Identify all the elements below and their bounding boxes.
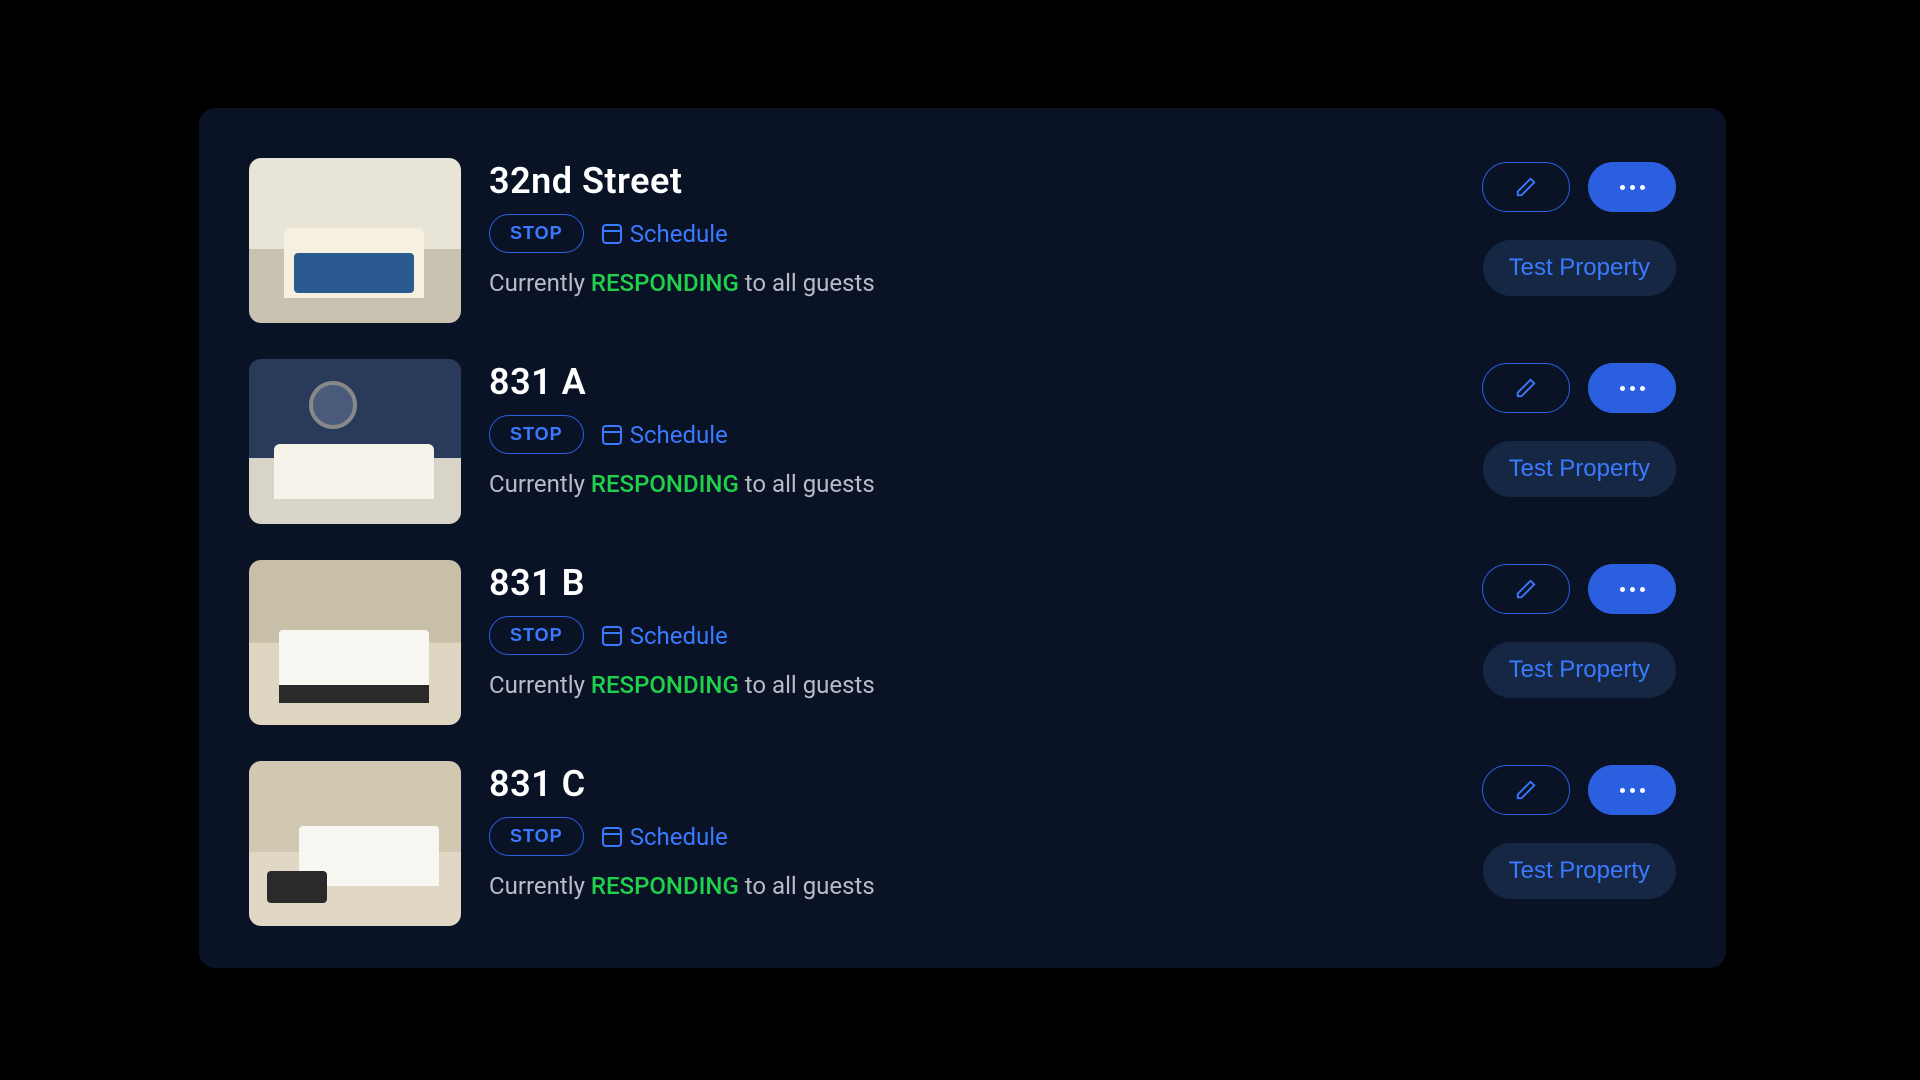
stop-button[interactable]: STOP (489, 817, 584, 856)
schedule-label: Schedule (630, 823, 728, 851)
pencil-icon (1515, 779, 1537, 801)
edit-button[interactable] (1482, 765, 1570, 815)
status-word: RESPONDING (591, 470, 739, 498)
status-word: RESPONDING (591, 872, 739, 900)
property-controls: STOP Schedule (489, 817, 1454, 856)
edit-button[interactable] (1482, 363, 1570, 413)
status-word: RESPONDING (591, 671, 739, 699)
property-controls: STOP Schedule (489, 616, 1454, 655)
status-prefix: Currently (489, 671, 591, 699)
status-prefix: Currently (489, 872, 591, 900)
schedule-link[interactable]: Schedule (602, 622, 728, 650)
ellipsis-icon (1620, 788, 1645, 793)
calendar-icon (602, 425, 622, 445)
property-title: 831 B (489, 562, 1454, 604)
property-thumbnail[interactable] (249, 359, 461, 524)
status-suffix: to all guests (739, 269, 875, 297)
schedule-link[interactable]: Schedule (602, 421, 728, 449)
ellipsis-icon (1620, 386, 1645, 391)
stop-button[interactable]: STOP (489, 415, 584, 454)
more-button[interactable] (1588, 363, 1676, 413)
test-property-button[interactable]: Test Property (1483, 240, 1676, 296)
property-controls: STOP Schedule (489, 214, 1454, 253)
ellipsis-icon (1620, 587, 1645, 592)
more-button[interactable] (1588, 162, 1676, 212)
schedule-label: Schedule (630, 220, 728, 248)
calendar-icon (602, 626, 622, 646)
status-suffix: to all guests (739, 671, 875, 699)
properties-panel: 32nd Street STOP Schedule Currently RESP… (199, 108, 1726, 968)
status-word: RESPONDING (591, 269, 739, 297)
edit-button[interactable] (1482, 162, 1570, 212)
ellipsis-icon (1620, 185, 1645, 190)
calendar-icon (602, 224, 622, 244)
status-prefix: Currently (489, 470, 591, 498)
property-row: 831 C STOP Schedule Currently RESPONDING… (249, 761, 1676, 926)
more-button[interactable] (1588, 765, 1676, 815)
status-line: Currently RESPONDING to all guests (489, 269, 1454, 297)
more-button[interactable] (1588, 564, 1676, 614)
status-line: Currently RESPONDING to all guests (489, 872, 1454, 900)
property-thumbnail[interactable] (249, 761, 461, 926)
property-actions: Test Property (1482, 560, 1676, 698)
schedule-link[interactable]: Schedule (602, 823, 728, 851)
property-row: 831 B STOP Schedule Currently RESPONDING… (249, 560, 1676, 725)
pencil-icon (1515, 176, 1537, 198)
status-suffix: to all guests (739, 470, 875, 498)
property-info: 831 A STOP Schedule Currently RESPONDING… (489, 359, 1454, 498)
property-title: 831 C (489, 763, 1454, 805)
property-actions: Test Property (1482, 761, 1676, 899)
schedule-label: Schedule (630, 622, 728, 650)
status-suffix: to all guests (739, 872, 875, 900)
stop-button[interactable]: STOP (489, 214, 584, 253)
icon-button-row (1482, 162, 1676, 212)
property-row: 831 A STOP Schedule Currently RESPONDING… (249, 359, 1676, 524)
schedule-label: Schedule (630, 421, 728, 449)
pencil-icon (1515, 377, 1537, 399)
property-actions: Test Property (1482, 158, 1676, 296)
property-title: 32nd Street (489, 160, 1454, 202)
test-property-button[interactable]: Test Property (1483, 441, 1676, 497)
pencil-icon (1515, 578, 1537, 600)
status-line: Currently RESPONDING to all guests (489, 470, 1454, 498)
property-actions: Test Property (1482, 359, 1676, 497)
property-info: 32nd Street STOP Schedule Currently RESP… (489, 158, 1454, 297)
property-info: 831 C STOP Schedule Currently RESPONDING… (489, 761, 1454, 900)
property-thumbnail[interactable] (249, 560, 461, 725)
test-property-button[interactable]: Test Property (1483, 843, 1676, 899)
schedule-link[interactable]: Schedule (602, 220, 728, 248)
status-line: Currently RESPONDING to all guests (489, 671, 1454, 699)
property-controls: STOP Schedule (489, 415, 1454, 454)
icon-button-row (1482, 765, 1676, 815)
property-title: 831 A (489, 361, 1454, 403)
icon-button-row (1482, 564, 1676, 614)
property-info: 831 B STOP Schedule Currently RESPONDING… (489, 560, 1454, 699)
icon-button-row (1482, 363, 1676, 413)
status-prefix: Currently (489, 269, 591, 297)
property-row: 32nd Street STOP Schedule Currently RESP… (249, 158, 1676, 323)
edit-button[interactable] (1482, 564, 1570, 614)
calendar-icon (602, 827, 622, 847)
test-property-button[interactable]: Test Property (1483, 642, 1676, 698)
property-thumbnail[interactable] (249, 158, 461, 323)
stop-button[interactable]: STOP (489, 616, 584, 655)
